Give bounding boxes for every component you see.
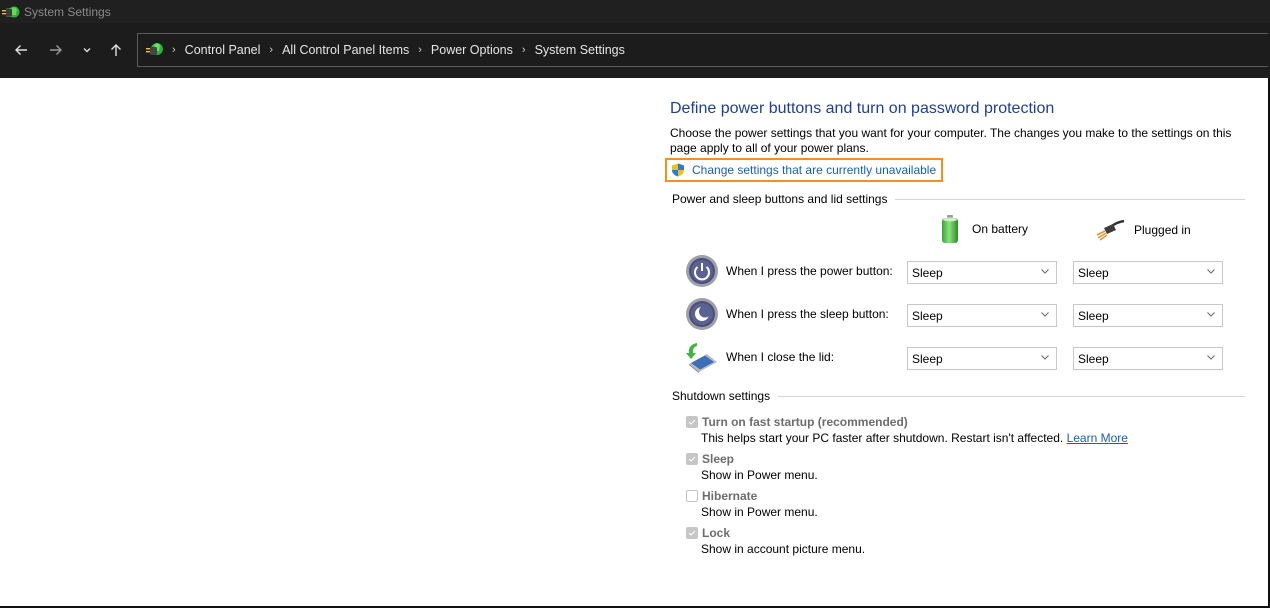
chevron-down-icon <box>1041 312 1049 317</box>
on-battery-label: On battery <box>972 222 1029 236</box>
breadcrumb-separator: › <box>418 44 422 56</box>
selected-value: Sleep <box>912 308 943 323</box>
power-plug-icon <box>1096 219 1125 241</box>
lock-option: Lock Show in account picture menu. <box>686 524 865 558</box>
close-lid-plugged-in-select[interactable]: Sleep <box>1073 347 1223 370</box>
battery-icon <box>942 215 958 243</box>
laptop-lid-icon <box>686 343 717 373</box>
learn-more-link[interactable]: Learn More <box>1067 431 1128 445</box>
selected-value: Sleep <box>1078 308 1109 323</box>
breadcrumb-separator: › <box>521 44 526 56</box>
breadcrumb-separator: › <box>269 44 274 56</box>
navigation-bar: › Control Panel › All Control Panel Item… <box>0 23 1270 78</box>
power-buttons-group-title: Power and sleep buttons and lid settings <box>672 192 888 206</box>
selected-value: Sleep <box>912 351 943 366</box>
breadcrumb-power-options[interactable]: Power Options <box>431 43 513 57</box>
sleep-checkbox[interactable] <box>686 452 698 465</box>
selected-value: Sleep <box>912 265 943 280</box>
power-options-location-icon <box>146 43 163 55</box>
hibernate-option-label: Hibernate <box>702 488 758 503</box>
sleep-option-description: Show in Power menu. <box>701 468 818 482</box>
breadcrumb-control-panel[interactable]: Control Panel <box>185 43 261 57</box>
fast-startup-checkbox[interactable] <box>686 415 698 428</box>
lock-checkbox[interactable] <box>686 526 698 539</box>
window-title: System Settings <box>24 4 111 19</box>
back-button[interactable] <box>10 39 32 61</box>
sleep-button-plugged-in-select[interactable]: Sleep <box>1073 304 1223 327</box>
address-bar[interactable]: › Control Panel › All Control Panel Item… <box>137 33 1268 67</box>
column-header-on-battery: On battery <box>938 214 1028 244</box>
uac-shield-icon <box>672 163 684 177</box>
breadcrumb-system-settings[interactable]: System Settings <box>535 43 625 57</box>
power-button-on-battery-select[interactable]: Sleep <box>907 261 1057 284</box>
arrow-right-icon <box>50 45 62 55</box>
arrow-left-icon <box>15 45 27 55</box>
page-description: Choose the power settings that you want … <box>670 126 1232 155</box>
checkmark-icon <box>688 530 696 536</box>
forward-button[interactable] <box>45 39 67 61</box>
group-divider <box>778 395 1245 397</box>
sleep-button-label: When I press the sleep button: <box>726 307 889 321</box>
shutdown-group-header: Shutdown settings <box>672 389 1245 403</box>
power-options-app-icon <box>2 6 20 17</box>
fast-startup-description: This helps start your PC faster after sh… <box>701 431 1064 445</box>
change-unavailable-settings-label: Change settings that are currently unava… <box>692 163 937 177</box>
lock-option-description: Show in account picture menu. <box>701 542 866 556</box>
hibernate-option-description: Show in Power menu. <box>701 505 818 519</box>
plugged-in-label: Plugged in <box>1134 223 1191 237</box>
power-button-plugged-in-select[interactable]: Sleep <box>1073 261 1223 284</box>
breadcrumb-separator: › <box>172 44 176 56</box>
up-button[interactable] <box>105 39 127 61</box>
sleep-button-icon <box>686 298 718 330</box>
recent-locations-button[interactable] <box>76 39 98 61</box>
shutdown-group-title: Shutdown settings <box>672 389 771 403</box>
selected-value: Sleep <box>1078 265 1109 280</box>
sleep-option: Sleep Show in Power menu. <box>686 450 818 484</box>
hibernate-checkbox[interactable] <box>686 489 698 502</box>
close-lid-label: When I close the lid: <box>726 350 835 364</box>
group-divider <box>895 198 1245 200</box>
page-title: Define power buttons and turn on passwor… <box>670 100 1055 117</box>
title-bar: System Settings <box>0 0 1270 23</box>
arrow-up-icon <box>111 44 121 56</box>
chevron-down-icon <box>1207 312 1215 317</box>
chevron-down-icon <box>1041 269 1049 274</box>
power-button-icon <box>686 255 718 287</box>
sleep-option-label: Sleep <box>702 451 735 466</box>
column-header-plugged-in: Plugged in <box>1094 218 1191 242</box>
close-lid-on-battery-select[interactable]: Sleep <box>907 347 1057 370</box>
selected-value: Sleep <box>1078 351 1109 366</box>
close-lid-row: When I close the lid: <box>685 340 906 374</box>
fast-startup-label: Turn on fast startup (recommended) <box>702 414 908 429</box>
lock-option-label: Lock <box>702 525 731 540</box>
chevron-down-icon <box>83 48 91 53</box>
chevron-down-icon <box>1207 269 1215 274</box>
fast-startup-option: Turn on fast startup (recommended) This … <box>686 413 1128 447</box>
hibernate-option: Hibernate Show in Power menu. <box>686 487 818 521</box>
sleep-button-on-battery-select[interactable]: Sleep <box>907 304 1057 327</box>
change-unavailable-settings-link[interactable]: Change settings that are currently unava… <box>665 158 943 182</box>
chevron-down-icon <box>1207 355 1215 360</box>
power-buttons-group-header: Power and sleep buttons and lid settings <box>672 192 1245 206</box>
checkmark-icon <box>688 419 696 425</box>
sleep-button-row: When I press the sleep button: <box>685 297 906 331</box>
power-button-row: When I press the power button: <box>685 254 906 288</box>
breadcrumb-all-control-panel-items[interactable]: All Control Panel Items <box>282 43 409 57</box>
power-button-label: When I press the power button: <box>726 264 893 278</box>
checkmark-icon <box>688 456 696 462</box>
chevron-down-icon <box>1041 355 1049 360</box>
